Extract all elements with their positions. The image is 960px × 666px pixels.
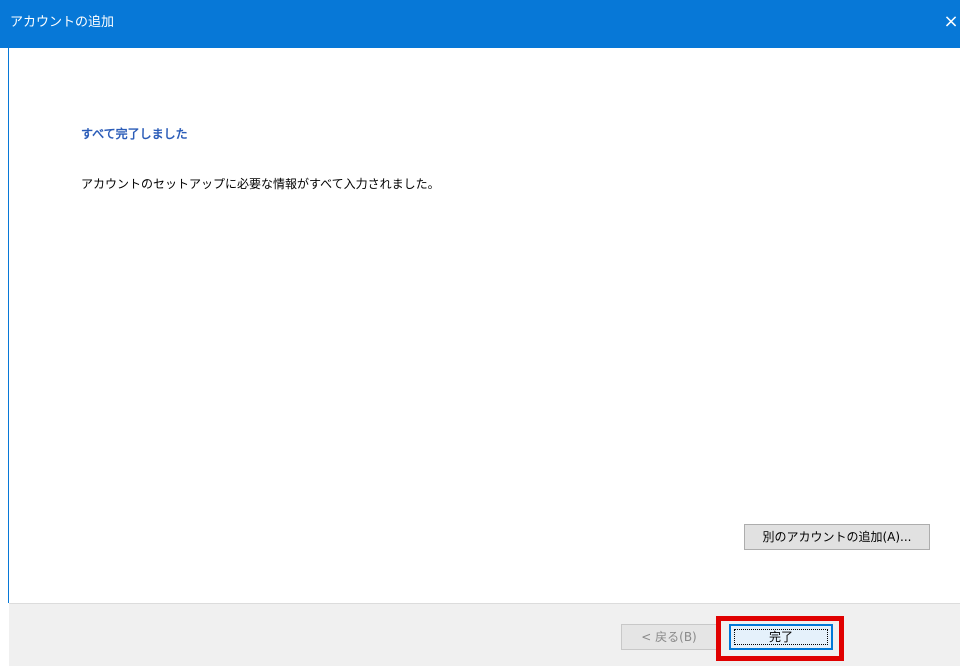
add-account-dialog: アカウントの追加 × すべて完了しました アカウントのセットアップに必要な情報が…	[0, 0, 960, 666]
finish-button[interactable]: 完了	[729, 624, 833, 650]
window-title: アカウントの追加	[10, 15, 115, 30]
add-another-account-button[interactable]: 別のアカウントの追加(A)...	[744, 524, 930, 550]
title-bar: アカウントの追加 ×	[0, 0, 960, 48]
completion-heading: すべて完了しました	[81, 127, 188, 141]
completion-message: アカウントのセットアップに必要な情報がすべて入力されました。	[81, 177, 440, 191]
footer-bar: < 戻る(B) 完了	[9, 603, 960, 666]
close-icon[interactable]: ×	[942, 10, 960, 34]
finish-button-label: 完了	[768, 630, 793, 644]
back-button[interactable]: < 戻る(B)	[621, 624, 717, 650]
content-panel: すべて完了しました アカウントのセットアップに必要な情報がすべて入力されました。…	[9, 48, 960, 603]
